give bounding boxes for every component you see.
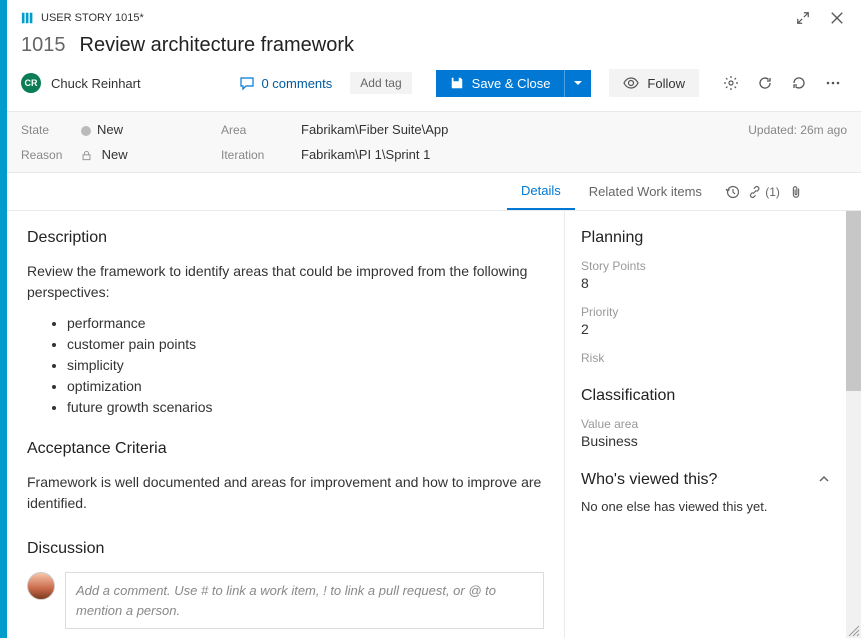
lock-icon bbox=[81, 150, 92, 161]
tab-attachments[interactable] bbox=[780, 174, 812, 210]
state-label: State bbox=[21, 123, 81, 137]
reason-value[interactable]: New bbox=[81, 147, 221, 162]
viewed-text: No one else has viewed this yet. bbox=[581, 499, 830, 514]
settings-button[interactable] bbox=[717, 69, 745, 97]
save-dropdown-button[interactable] bbox=[564, 70, 591, 97]
refresh-button[interactable] bbox=[751, 69, 779, 97]
body-right-pane: Planning Story Points 8 Priority 2 Risk … bbox=[564, 211, 846, 638]
eye-icon bbox=[623, 75, 639, 91]
list-item: simplicity bbox=[67, 355, 544, 376]
list-item: optimization bbox=[67, 376, 544, 397]
comments-link[interactable]: 0 comments bbox=[239, 75, 332, 91]
tab-history[interactable] bbox=[716, 174, 748, 210]
expand-icon[interactable] bbox=[793, 8, 813, 28]
close-icon[interactable] bbox=[827, 8, 847, 28]
acceptance-criteria-title: Acceptance Criteria bbox=[27, 440, 544, 458]
list-item: performance bbox=[67, 313, 544, 334]
header: USER STORY 1015* 1015 Review architectur… bbox=[7, 0, 861, 112]
value-area-label: Value area bbox=[581, 417, 830, 431]
user-story-icon bbox=[21, 11, 35, 25]
description-text[interactable]: Review the framework to identify areas t… bbox=[27, 261, 544, 303]
save-label: Save & Close bbox=[472, 76, 551, 91]
state-dot-icon bbox=[81, 126, 91, 136]
planning-title: Planning bbox=[581, 229, 830, 247]
work-item-id: 1015 bbox=[21, 34, 66, 57]
ellipsis-icon bbox=[825, 75, 841, 91]
description-title: Description bbox=[27, 229, 544, 247]
work-item-type-label: USER STORY 1015* bbox=[41, 12, 144, 24]
priority-value[interactable]: 2 bbox=[581, 321, 830, 337]
undo-icon bbox=[791, 75, 807, 91]
tabs-row: Details Related Work items (1) bbox=[7, 173, 861, 211]
history-icon bbox=[724, 184, 740, 200]
area-label: Area bbox=[221, 123, 301, 137]
vertical-scrollbar[interactable] bbox=[846, 211, 861, 638]
risk-label: Risk bbox=[581, 351, 830, 365]
reason-label: Reason bbox=[21, 148, 81, 162]
follow-button[interactable]: Follow bbox=[609, 69, 699, 97]
attachment-icon bbox=[789, 184, 803, 200]
acceptance-criteria-text[interactable]: Framework is well documented and areas f… bbox=[27, 472, 544, 514]
avatar[interactable]: CR bbox=[21, 73, 41, 93]
save-and-close-button[interactable]: Save & Close bbox=[436, 70, 565, 97]
color-rail bbox=[0, 0, 7, 638]
links-count: (1) bbox=[765, 185, 780, 199]
viewed-title: Who's viewed this? bbox=[581, 471, 717, 489]
follow-label: Follow bbox=[647, 76, 685, 91]
more-actions-button[interactable] bbox=[819, 69, 847, 97]
link-icon bbox=[748, 184, 761, 200]
classification-title: Classification bbox=[581, 387, 830, 405]
iteration-label: Iteration bbox=[221, 148, 301, 162]
story-points-label: Story Points bbox=[581, 259, 830, 273]
value-area-value[interactable]: Business bbox=[581, 433, 830, 449]
iteration-value[interactable]: Fabrikam\PI 1\Sprint 1 bbox=[301, 147, 748, 162]
tab-related-work-items[interactable]: Related Work items bbox=[575, 174, 716, 209]
scrollbar-thumb[interactable] bbox=[846, 211, 861, 391]
description-bullets[interactable]: performance customer pain points simplic… bbox=[27, 313, 544, 418]
tab-links[interactable]: (1) bbox=[748, 174, 780, 210]
chevron-down-icon bbox=[573, 78, 583, 88]
priority-label: Priority bbox=[581, 305, 830, 319]
state-value[interactable]: New bbox=[81, 122, 221, 137]
updated-label: Updated: 26m ago bbox=[748, 123, 847, 137]
body-left-pane: Description Review the framework to iden… bbox=[7, 211, 564, 638]
discussion-input[interactable]: Add a comment. Use # to link a work item… bbox=[65, 572, 544, 629]
undo-button[interactable] bbox=[785, 69, 813, 97]
work-item-title[interactable]: Review architecture framework bbox=[80, 34, 355, 57]
refresh-icon bbox=[757, 75, 773, 91]
gear-icon bbox=[723, 75, 739, 91]
current-user-avatar bbox=[27, 572, 55, 600]
info-bar: State New Area Fabrikam\Fiber Suite\App … bbox=[7, 112, 861, 173]
area-value[interactable]: Fabrikam\Fiber Suite\App bbox=[301, 122, 748, 137]
add-tag-button[interactable]: Add tag bbox=[350, 72, 411, 94]
list-item: future growth scenarios bbox=[67, 397, 544, 418]
comments-count-label: 0 comments bbox=[261, 76, 332, 91]
collapse-icon[interactable] bbox=[818, 472, 830, 488]
assignee-name[interactable]: Chuck Reinhart bbox=[51, 76, 141, 91]
save-icon bbox=[450, 76, 464, 90]
tab-details[interactable]: Details bbox=[507, 173, 575, 210]
comment-icon bbox=[239, 75, 255, 91]
discussion-title: Discussion bbox=[27, 540, 544, 558]
list-item: customer pain points bbox=[67, 334, 544, 355]
resize-grip-icon[interactable] bbox=[847, 624, 861, 638]
story-points-value[interactable]: 8 bbox=[581, 275, 830, 291]
